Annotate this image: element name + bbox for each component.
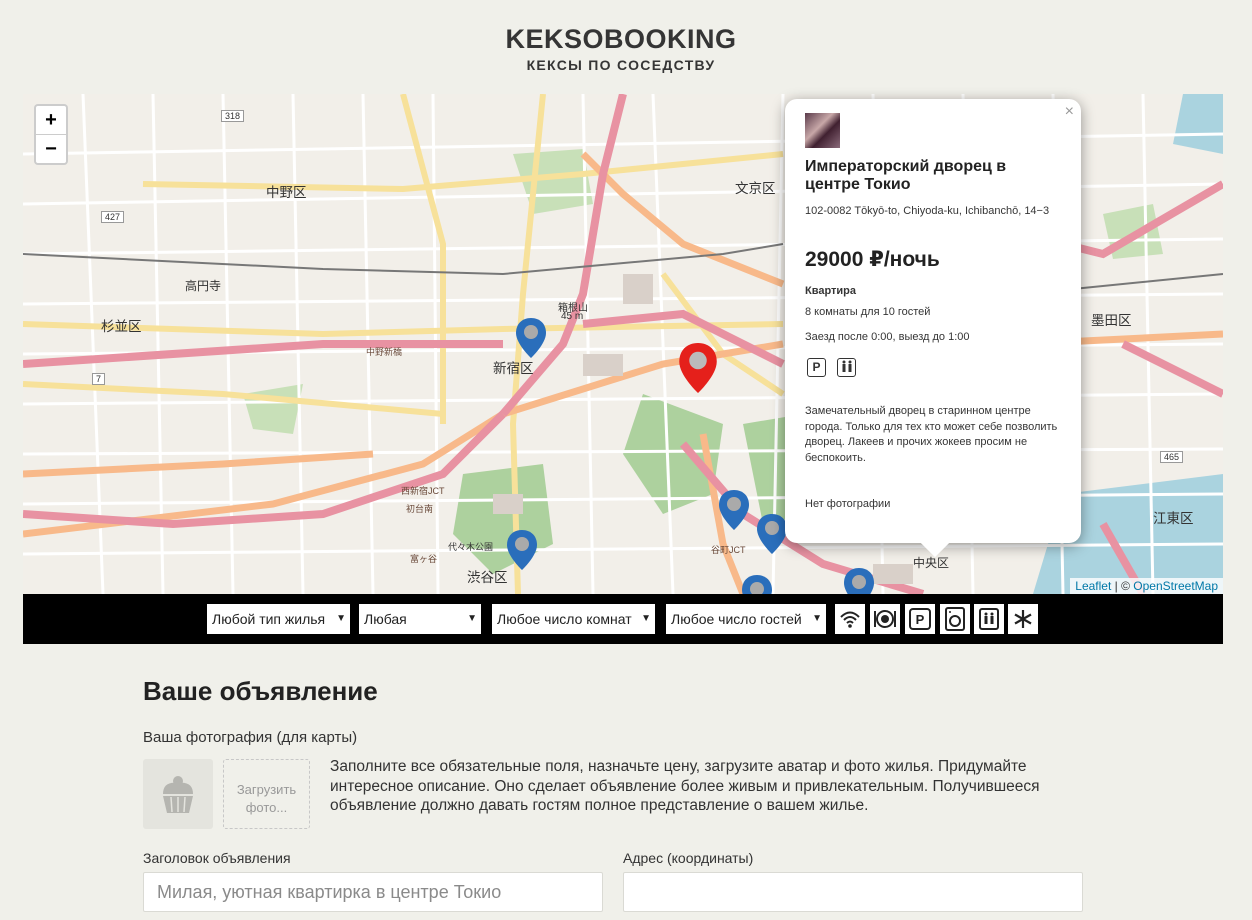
map-label: 江東区 xyxy=(1153,511,1194,526)
housing-guests-select[interactable]: Любое число гостей ▼ xyxy=(666,604,826,634)
logo-tagline: КЕКСЫ ПО СОСЕДСТВУ xyxy=(526,57,716,73)
author-avatar xyxy=(805,113,840,148)
popup-type: Квартира xyxy=(805,285,857,297)
housing-rooms-select[interactable]: Любое число комнат ▼ xyxy=(492,604,655,634)
map-label: 西新宿JCT xyxy=(401,486,445,496)
chevron-down-icon: ▼ xyxy=(336,613,346,624)
parking-icon: P xyxy=(909,608,931,630)
road-number: 7 xyxy=(92,373,106,385)
similar-pin[interactable] xyxy=(516,318,546,358)
popup-close-button[interactable]: × xyxy=(1065,103,1074,121)
map-label: 杉並区 xyxy=(101,319,142,334)
avatar-preview xyxy=(143,759,213,829)
address-label: Адрес (координаты) xyxy=(623,850,754,866)
map-label: 渋谷区 xyxy=(467,570,508,585)
logo-name: KEKSOBOOKING xyxy=(505,24,737,54)
housing-price-select[interactable]: Любая ▼ xyxy=(359,604,481,634)
similar-pin[interactable] xyxy=(844,568,874,594)
similar-pin[interactable] xyxy=(507,530,537,570)
avatar-label: Ваша фотография (для карты) xyxy=(143,729,358,746)
popup-photos: Нет фотографии xyxy=(805,498,891,510)
chevron-down-icon: ▼ xyxy=(812,613,822,624)
map-label: 45 m xyxy=(561,311,584,322)
housing-type-value: Любой тип жилья xyxy=(212,611,326,627)
similar-pin[interactable] xyxy=(742,575,772,594)
road-number: 318 xyxy=(221,110,245,122)
chevron-down-icon: ▼ xyxy=(467,613,477,624)
filter-parking[interactable]: P xyxy=(905,604,935,634)
avatar-upload-button[interactable]: Загрузить фото... xyxy=(223,759,310,829)
washer-icon xyxy=(837,358,856,377)
washer-icon xyxy=(945,607,965,631)
form-heading: Ваше объявление xyxy=(143,676,378,706)
elevator-icon xyxy=(979,608,999,630)
road-number: 465 xyxy=(1160,451,1184,463)
chevron-down-icon: ▼ xyxy=(641,613,651,624)
map-label: 新宿区 xyxy=(493,361,534,376)
map-attribution: Leaflet | © OpenStreetMap xyxy=(1070,578,1223,594)
map-label: 高円寺 xyxy=(185,279,222,293)
popup-price: 29000 ₽/ночь xyxy=(805,248,940,271)
map-label: 谷町JCT xyxy=(711,545,746,555)
parking-icon: P xyxy=(807,358,826,377)
similar-pin[interactable] xyxy=(757,514,787,554)
logo[interactable]: KEKSOBOOKING КЕКСЫ ПО СОСЕДСТВУ xyxy=(0,24,1242,73)
dishwasher-icon xyxy=(874,610,896,628)
housing-price-value: Любая xyxy=(364,611,407,627)
map-label: 中野新橋 xyxy=(366,347,403,357)
filter-dishwasher[interactable] xyxy=(870,604,900,634)
popup-address: 102-0082 Tōkyō-to, Chiyoda-ku, Ichibanch… xyxy=(805,205,1050,217)
title-label: Заголовок объявления xyxy=(143,850,291,866)
attribution-separator: | © xyxy=(1111,579,1134,593)
map-label: 初台南 xyxy=(406,504,434,514)
map-label: 富ヶ谷 xyxy=(410,554,438,564)
popup-features: P xyxy=(807,358,856,377)
wifi-icon xyxy=(840,611,860,628)
similar-pin[interactable] xyxy=(719,490,749,530)
housing-rooms-value: Любое число комнат xyxy=(497,611,632,627)
muffin-icon xyxy=(163,776,193,813)
filter-wifi[interactable] xyxy=(835,604,865,634)
form-hint: Заполните все обязательные поля, назначь… xyxy=(330,758,1040,814)
leaflet-link[interactable]: Leaflet xyxy=(1075,579,1111,593)
zoom-out-button[interactable]: − xyxy=(36,134,66,163)
address-input[interactable] xyxy=(623,872,1083,912)
filter-washer[interactable] xyxy=(940,604,970,634)
svg-text:P: P xyxy=(916,612,925,627)
filter-conditioner[interactable] xyxy=(1008,604,1038,634)
map-label: 中央区 xyxy=(913,556,950,570)
offer-popup: × Императорский дворец в центре Токио 10… xyxy=(785,99,1081,543)
main-pin[interactable] xyxy=(679,343,717,393)
map-label: 文京区 xyxy=(735,181,776,196)
osm-link[interactable]: OpenStreetMap xyxy=(1133,579,1218,593)
map-filters: Любой тип жилья ▼ Любая ▼ Любое число комн… xyxy=(23,594,1223,644)
map-label: 代々木公園 xyxy=(448,542,494,552)
conditioner-icon xyxy=(1014,610,1032,628)
map-label: 中野区 xyxy=(266,185,307,200)
popup-capacity: 8 комнаты для 10 гостей xyxy=(805,306,931,318)
zoom-control: + − xyxy=(34,104,68,165)
popup-title: Императорский дворец в центре Токио xyxy=(805,158,1007,193)
map-label: 墨田区 xyxy=(1091,313,1132,328)
filter-elevator[interactable] xyxy=(974,604,1004,634)
title-input[interactable] xyxy=(143,872,603,912)
popup-time: Заезд после 0:00, выезд до 1:00 xyxy=(805,331,970,343)
popup-description: Замечательный дворец в старинном центре … xyxy=(805,405,1058,464)
road-number: 427 xyxy=(101,211,125,223)
housing-guests-value: Любое число гостей xyxy=(671,611,802,627)
zoom-in-button[interactable]: + xyxy=(36,106,66,134)
housing-type-select[interactable]: Любой тип жилья ▼ xyxy=(207,604,350,634)
